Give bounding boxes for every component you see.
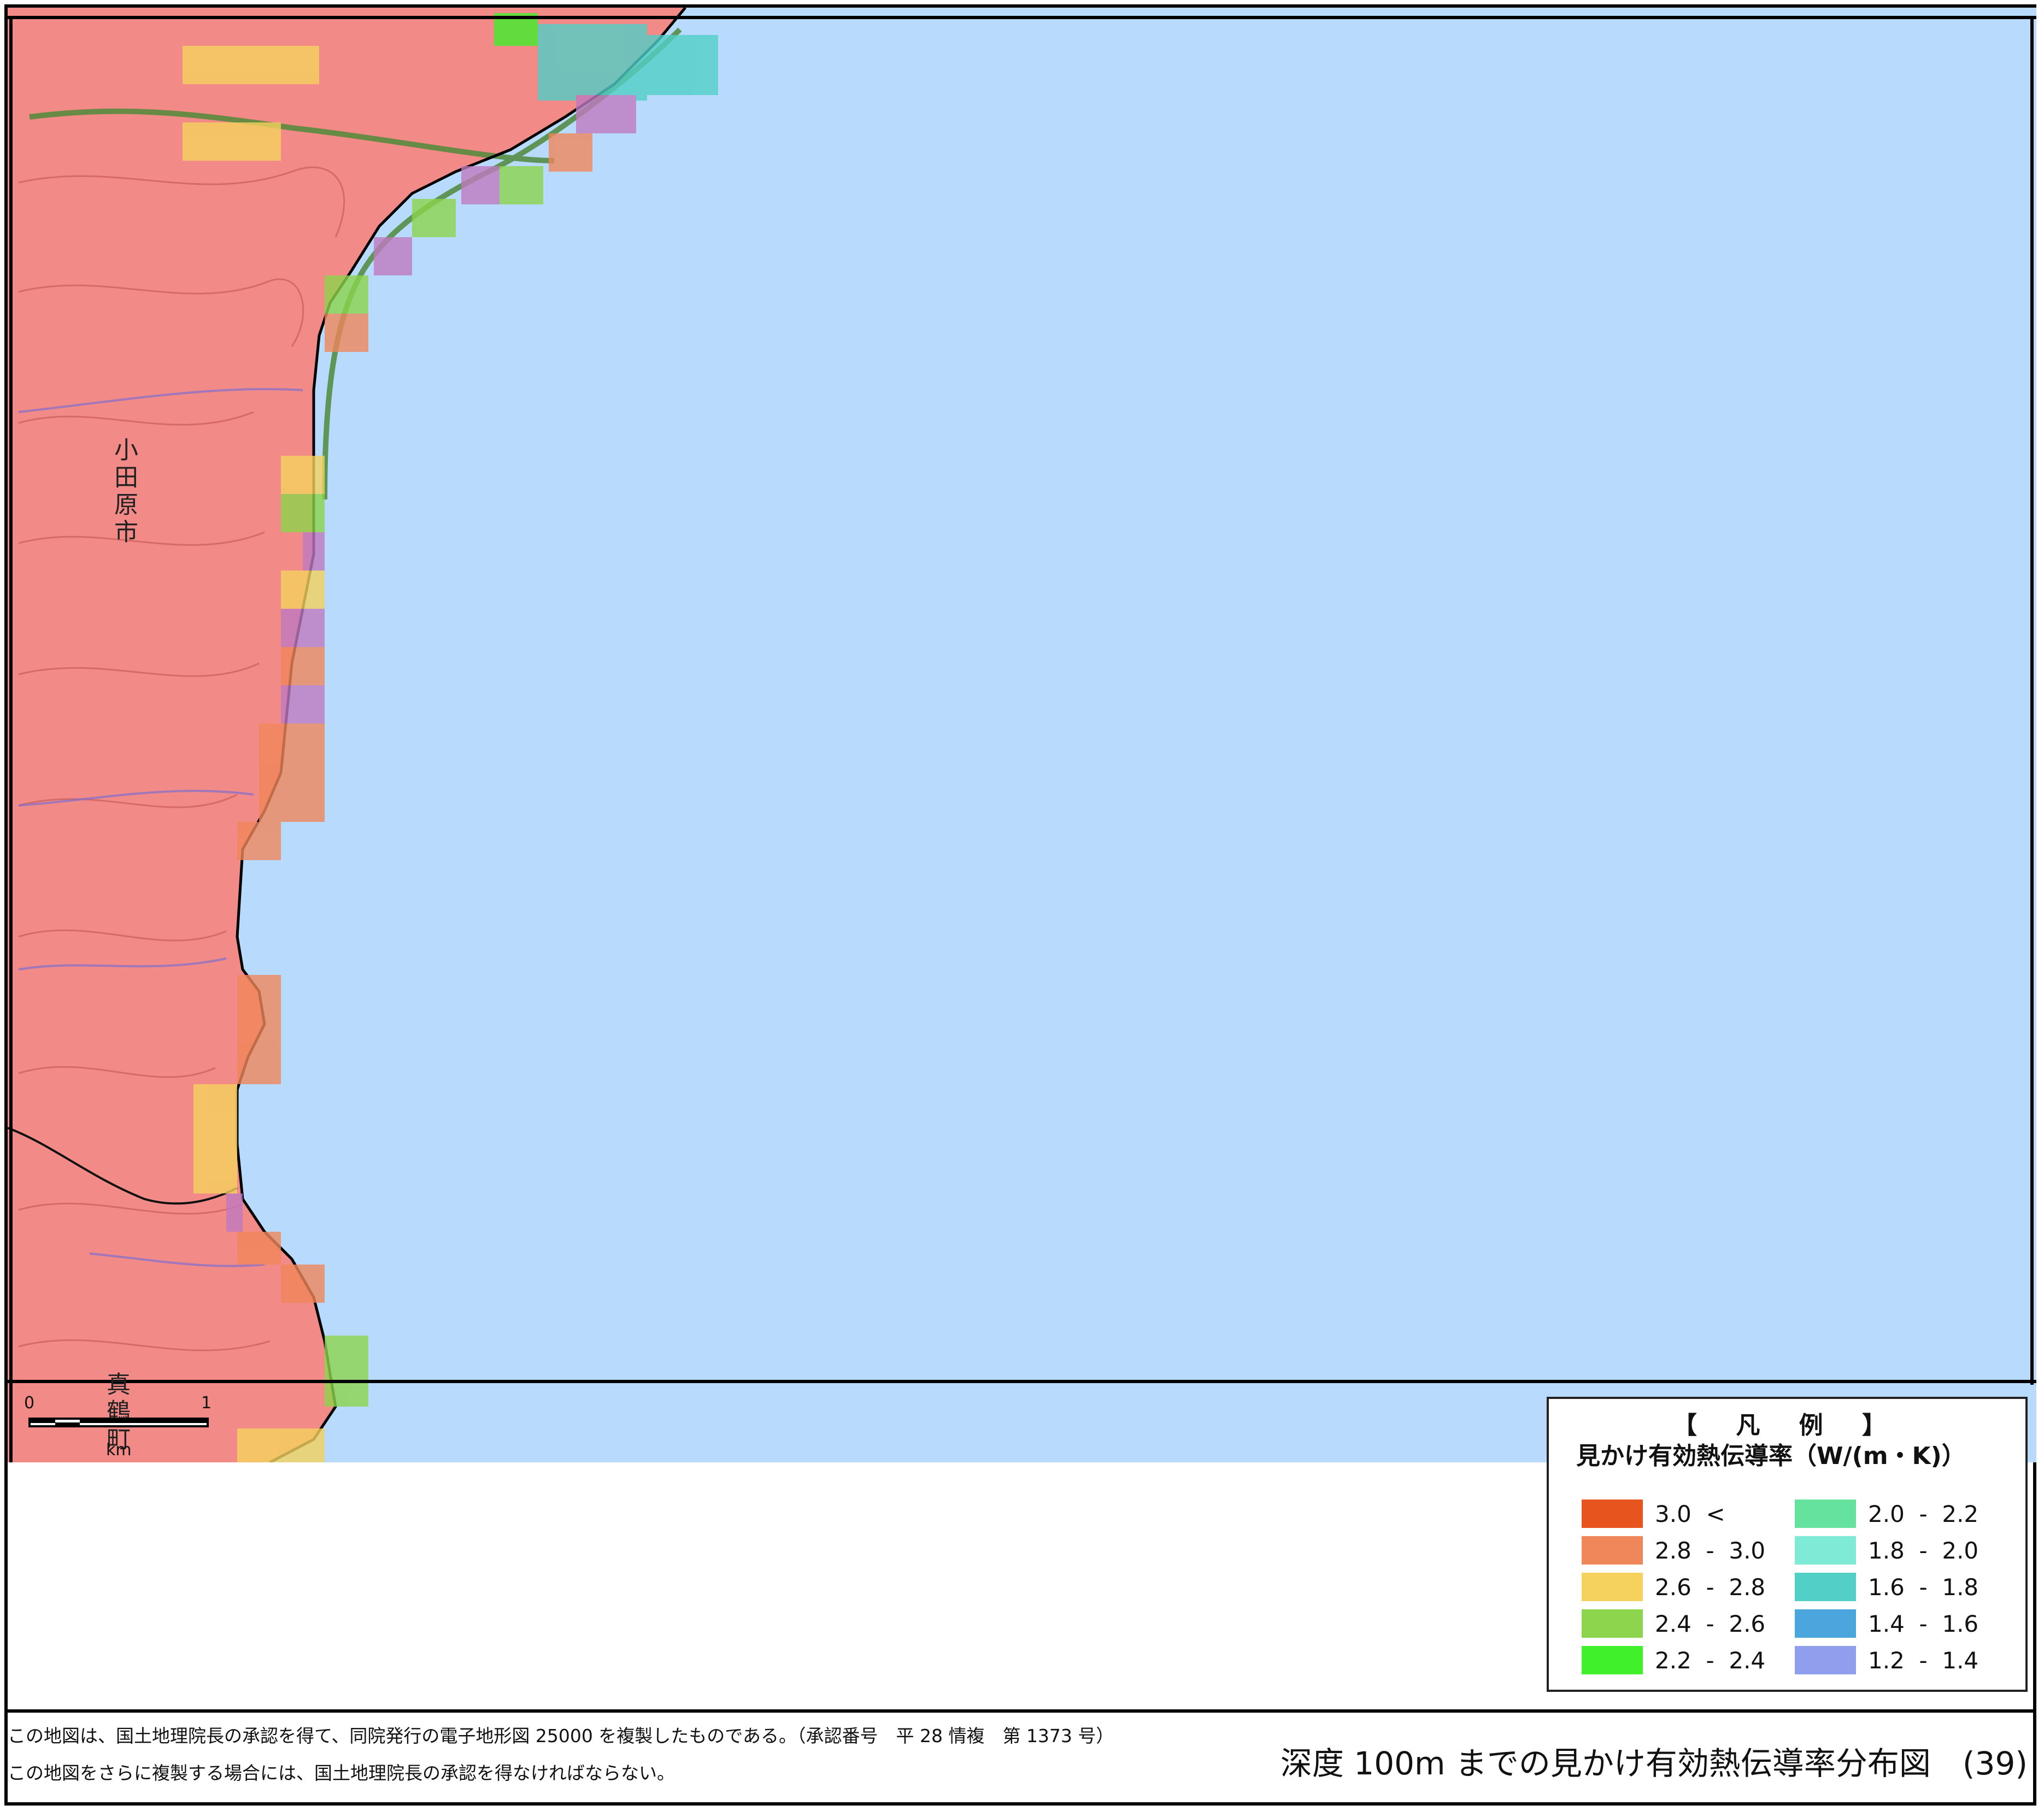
legend-label: 1.4 - 1.6 bbox=[1868, 1610, 1979, 1637]
legend: 【 凡 例 】 見かけ有効熱伝導率（W/(m・K)） 3.0 < 2.8 - 3.… bbox=[1547, 1397, 2028, 1692]
legend-item: 1.6 - 1.8 bbox=[1795, 1573, 1978, 1601]
place-label-odawara: 小田原市 bbox=[110, 437, 138, 546]
legend-label: 2.4 - 2.6 bbox=[1655, 1610, 1766, 1637]
footer-note-line2: この地図をさらに複製する場合には、国土地理院長の承認を得なければならない。 bbox=[8, 1762, 675, 1784]
legend-item: 1.8 - 2.0 bbox=[1795, 1536, 1978, 1565]
legend-item: 2.6 - 2.8 bbox=[1582, 1573, 1765, 1601]
legend-label: 2.6 - 2.8 bbox=[1655, 1573, 1766, 1601]
footer-note-line1: この地図は、国土地理院長の承認を得て、同院発行の電子地形図 25000 を複製し… bbox=[8, 1725, 1114, 1747]
legend-item: 2.0 - 2.2 bbox=[1795, 1500, 1978, 1528]
map-title: 深度 100m までの見かけ有効熱伝導率分布図 (39) bbox=[1280, 1745, 2028, 1782]
legend-swatch bbox=[1582, 1573, 1643, 1601]
legend-item: 1.2 - 1.4 bbox=[1795, 1646, 1978, 1674]
legend-subtitle: 見かけ有効熱伝導率（W/(m・K)） bbox=[1576, 1442, 1966, 1470]
legend-swatch bbox=[1795, 1646, 1856, 1674]
footer-divider bbox=[4, 1709, 2036, 1713]
legend-label: 1.8 - 2.0 bbox=[1868, 1537, 1979, 1564]
legend-item: 1.4 - 1.6 bbox=[1795, 1609, 1978, 1638]
legend-label: 1.6 - 1.8 bbox=[1868, 1573, 1979, 1601]
legend-label: 2.2 - 2.4 bbox=[1655, 1647, 1766, 1674]
legend-title: 【 凡 例 】 bbox=[1673, 1412, 1901, 1439]
legend-swatch bbox=[1582, 1536, 1643, 1565]
legend-label: 2.0 - 2.2 bbox=[1868, 1500, 1979, 1527]
legend-label: 1.2 - 1.4 bbox=[1868, 1647, 1979, 1674]
legend-label: 3.0 < bbox=[1655, 1500, 1725, 1527]
scale-label-unit: km bbox=[106, 1440, 132, 1460]
legend-swatch bbox=[1795, 1573, 1856, 1601]
legend-swatch bbox=[1795, 1500, 1856, 1528]
legend-item: 2.2 - 2.4 bbox=[1582, 1646, 1765, 1674]
map-canvas[interactable] bbox=[8, 8, 2036, 1462]
legend-item: 2.8 - 3.0 bbox=[1582, 1536, 1765, 1565]
legend-item: 3.0 < bbox=[1582, 1500, 1725, 1528]
legend-swatch bbox=[1582, 1500, 1643, 1528]
legend-swatch bbox=[1795, 1609, 1856, 1638]
scale-bar bbox=[28, 1418, 209, 1427]
legend-item: 2.4 - 2.6 bbox=[1582, 1609, 1765, 1638]
scale-label-start: 0 bbox=[24, 1393, 35, 1413]
legend-swatch bbox=[1582, 1609, 1643, 1638]
legend-label: 2.8 - 3.0 bbox=[1655, 1537, 1766, 1564]
legend-swatch bbox=[1795, 1536, 1856, 1565]
legend-swatch bbox=[1582, 1646, 1643, 1674]
scale-label-end: 1 bbox=[201, 1393, 212, 1413]
